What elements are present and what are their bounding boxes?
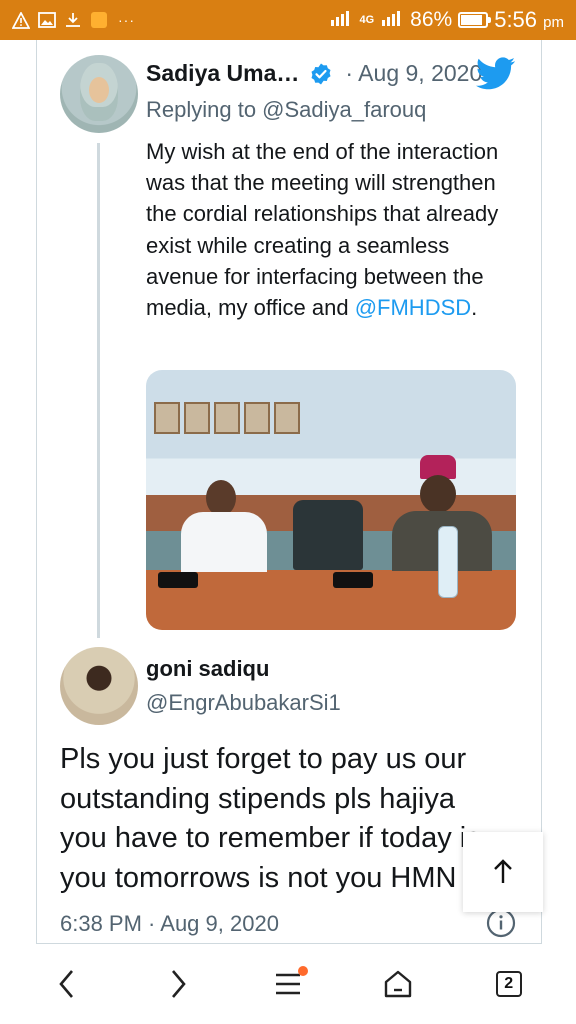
chevron-left-icon (59, 970, 74, 998)
thread-line (97, 143, 100, 638)
quoted-tweet-date[interactable]: · Aug 9, 2020 (345, 60, 482, 87)
tweet-photo[interactable] (146, 370, 516, 630)
scroll-to-top-button[interactable] (463, 832, 543, 912)
clock: 5:56 pm (494, 7, 564, 32)
chevron-right-icon (171, 970, 186, 998)
reply-tweet-timestamp[interactable]: 6:38 PM · Aug 9, 2020 (60, 911, 279, 937)
reply-author-handle[interactable]: @EngrAbubakarSi1 (146, 690, 341, 716)
battery-percent: 86% (410, 8, 453, 31)
photo-person-left (181, 470, 267, 572)
signal-icon-2 (380, 8, 404, 32)
mention-link[interactable]: @FMHDSD (355, 295, 471, 320)
signal-icon (329, 8, 353, 32)
quoted-tweet-header: Sadiya Uma… · Aug 9, 2020 (146, 60, 482, 87)
arrow-up-icon (494, 859, 512, 883)
menu-button[interactable] (256, 952, 320, 1016)
home-button[interactable] (366, 952, 430, 1016)
verified-badge-icon (311, 63, 331, 84)
home-icon (385, 970, 412, 998)
warning-icon (12, 11, 30, 29)
back-button[interactable] (35, 952, 99, 1016)
reply-author-name[interactable]: goni sadiqu (146, 656, 269, 682)
wall-frames (154, 402, 300, 434)
tabs-count: 2 (495, 971, 522, 997)
battery-icon (458, 12, 492, 28)
replying-to-label[interactable]: Replying to @Sadiya_farouq (146, 97, 426, 123)
notification-icons: ··· (12, 11, 135, 29)
status-bar: ··· 4G 86% 5:56 pm (0, 0, 576, 40)
tabs-button[interactable]: 2 (477, 952, 541, 1016)
quoted-author-avatar[interactable] (60, 55, 138, 133)
twitter-bird-icon[interactable] (476, 56, 516, 92)
status-indicators: 4G 86% 5:56 pm (329, 7, 564, 33)
photo-chair (293, 500, 363, 570)
photo-microphone (333, 572, 373, 588)
image-icon (38, 11, 56, 29)
app-notification-icon (90, 11, 108, 29)
reply-author-avatar[interactable] (60, 647, 138, 725)
download-icon (64, 11, 82, 29)
bottom-nav-bar: 2 (0, 944, 576, 1024)
notification-dot (297, 966, 308, 976)
quoted-author-name[interactable]: Sadiya Uma… (146, 60, 299, 87)
network-type-label: 4G (359, 14, 375, 26)
photo-microphone (158, 572, 198, 588)
reply-tweet-text: Pls you just forget to pay us our outsta… (60, 743, 481, 894)
photo-water-bottle (438, 526, 458, 598)
more-notifications-icon: ··· (118, 12, 135, 28)
forward-button[interactable] (146, 952, 210, 1016)
menu-icon (275, 973, 300, 995)
quoted-tweet-text: My wish at the end of the interaction wa… (146, 139, 499, 321)
